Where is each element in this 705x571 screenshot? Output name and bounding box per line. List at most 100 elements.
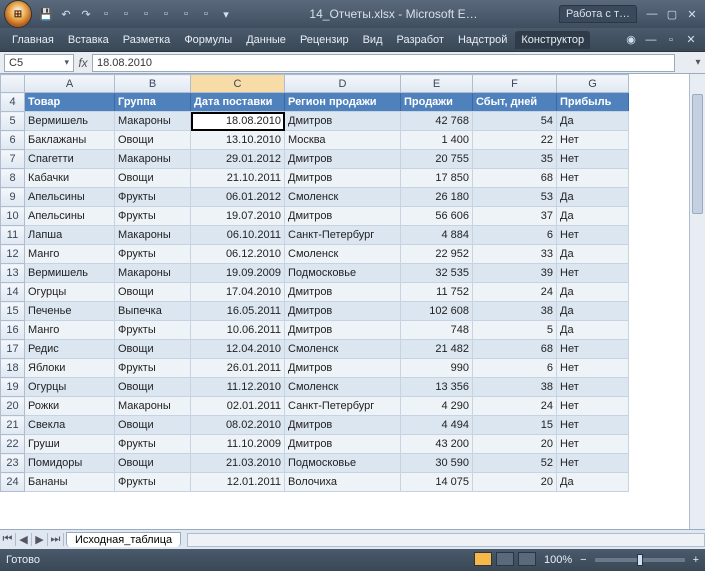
cell[interactable]: Да <box>557 112 629 131</box>
cell[interactable]: 22 <box>473 131 557 150</box>
cell[interactable]: 14 075 <box>401 473 473 492</box>
save-icon[interactable]: 💾 <box>38 6 54 22</box>
cell[interactable]: 990 <box>401 359 473 378</box>
cell[interactable]: 6 <box>473 359 557 378</box>
cell[interactable]: 12.01.2011 <box>191 473 285 492</box>
cell[interactable]: Нет <box>557 340 629 359</box>
cell[interactable]: 20 <box>473 435 557 454</box>
ribbon-tab[interactable]: Вставка <box>62 31 115 49</box>
cell[interactable]: 24 <box>473 283 557 302</box>
cell[interactable]: 68 <box>473 169 557 188</box>
table-header-cell[interactable]: Прибыль <box>557 93 629 112</box>
cell[interactable]: Смоленск <box>285 340 401 359</box>
cell[interactable]: 17 850 <box>401 169 473 188</box>
cell[interactable]: 29.01.2012 <box>191 150 285 169</box>
cell[interactable]: 24 <box>473 397 557 416</box>
ribbon-tab[interactable]: Разработ <box>391 31 450 49</box>
spreadsheet-grid[interactable]: ABCDEFG4ТоварГруппаДата поставкиРегион п… <box>0 74 629 492</box>
cell[interactable]: Дмитров <box>285 207 401 226</box>
row-header[interactable]: 21 <box>1 416 25 435</box>
cell[interactable]: 38 <box>473 302 557 321</box>
row-header[interactable]: 15 <box>1 302 25 321</box>
qat-dropdown-icon[interactable]: ▾ <box>218 6 234 22</box>
first-sheet-icon[interactable]: ⏮ <box>0 533 16 546</box>
normal-view-button[interactable] <box>474 552 492 566</box>
cell[interactable]: Дмитров <box>285 283 401 302</box>
cell[interactable]: Спагетти <box>25 150 115 169</box>
row-header[interactable]: 6 <box>1 131 25 150</box>
cell[interactable]: 4 884 <box>401 226 473 245</box>
cell[interactable]: 748 <box>401 321 473 340</box>
cell[interactable]: Смоленск <box>285 378 401 397</box>
cell[interactable]: Нет <box>557 359 629 378</box>
cell[interactable]: 21.03.2010 <box>191 454 285 473</box>
cell[interactable]: Рожки <box>25 397 115 416</box>
cell[interactable]: Яблоки <box>25 359 115 378</box>
row-header[interactable]: 19 <box>1 378 25 397</box>
cell[interactable]: Да <box>557 302 629 321</box>
cell[interactable]: 1 400 <box>401 131 473 150</box>
ribbon-tab[interactable]: Главная <box>6 31 60 49</box>
cell[interactable]: Манго <box>25 245 115 264</box>
cell[interactable]: Овощи <box>115 454 191 473</box>
cell[interactable]: 102 608 <box>401 302 473 321</box>
column-header[interactable]: B <box>115 75 191 93</box>
cell[interactable]: Фрукты <box>115 245 191 264</box>
cell[interactable]: 37 <box>473 207 557 226</box>
cell[interactable]: 06.10.2011 <box>191 226 285 245</box>
redo-icon[interactable]: ↷ <box>78 6 94 22</box>
cell[interactable]: 4 494 <box>401 416 473 435</box>
cell[interactable]: 22 952 <box>401 245 473 264</box>
cell[interactable]: Свекла <box>25 416 115 435</box>
cell[interactable]: Санкт-Петербург <box>285 226 401 245</box>
cell[interactable]: 02.01.2011 <box>191 397 285 416</box>
cell[interactable]: Москва <box>285 131 401 150</box>
cell[interactable]: Дмитров <box>285 150 401 169</box>
cell[interactable]: Бананы <box>25 473 115 492</box>
cell[interactable]: 30 590 <box>401 454 473 473</box>
restore-window-icon[interactable]: ▫ <box>663 32 679 48</box>
cell[interactable]: Манго <box>25 321 115 340</box>
cell[interactable]: 13.10.2010 <box>191 131 285 150</box>
table-header-cell[interactable]: Дата поставки <box>191 93 285 112</box>
qat-icon[interactable]: ▫ <box>158 6 174 22</box>
qat-icon[interactable]: ▫ <box>178 6 194 22</box>
cell[interactable]: Да <box>557 321 629 340</box>
cell[interactable]: 39 <box>473 264 557 283</box>
cell[interactable]: Дмитров <box>285 169 401 188</box>
next-sheet-icon[interactable]: ▶ <box>32 533 48 546</box>
row-header[interactable]: 11 <box>1 226 25 245</box>
row-header[interactable]: 5 <box>1 112 25 131</box>
cell[interactable]: Фрукты <box>115 207 191 226</box>
page-layout-view-button[interactable] <box>496 552 514 566</box>
cell[interactable]: Да <box>557 188 629 207</box>
table-header-cell[interactable]: Группа <box>115 93 191 112</box>
cell[interactable]: Нет <box>557 378 629 397</box>
cell[interactable]: Дмитров <box>285 321 401 340</box>
cell[interactable]: Нет <box>557 131 629 150</box>
select-all-corner[interactable] <box>1 75 25 93</box>
cell[interactable]: 17.04.2010 <box>191 283 285 302</box>
cell[interactable]: Фрукты <box>115 435 191 454</box>
scrollbar-thumb[interactable] <box>692 94 703 214</box>
cell[interactable]: 32 535 <box>401 264 473 283</box>
name-box[interactable]: C5 ▾ <box>4 54 74 72</box>
cell[interactable]: 10.06.2011 <box>191 321 285 340</box>
ribbon-tab[interactable]: Надстрой <box>452 31 513 49</box>
cell[interactable]: Да <box>557 245 629 264</box>
cell[interactable]: Дмитров <box>285 302 401 321</box>
row-header[interactable]: 14 <box>1 283 25 302</box>
cell[interactable]: Огурцы <box>25 378 115 397</box>
cell[interactable]: Огурцы <box>25 283 115 302</box>
row-header[interactable]: 12 <box>1 245 25 264</box>
cell[interactable]: Вермишель <box>25 264 115 283</box>
row-header[interactable]: 22 <box>1 435 25 454</box>
row-header[interactable]: 23 <box>1 454 25 473</box>
cell[interactable]: 06.12.2010 <box>191 245 285 264</box>
cell[interactable]: Помидоры <box>25 454 115 473</box>
cell[interactable]: Овощи <box>115 378 191 397</box>
cell[interactable]: 13 356 <box>401 378 473 397</box>
cell[interactable]: Макароны <box>115 264 191 283</box>
row-header[interactable]: 8 <box>1 169 25 188</box>
cell[interactable]: 5 <box>473 321 557 340</box>
